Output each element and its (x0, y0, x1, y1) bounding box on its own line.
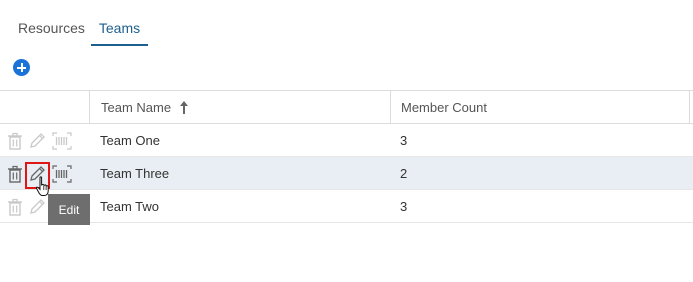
trash-icon[interactable] (6, 165, 24, 183)
table-row[interactable]: Team Three 2 (0, 157, 693, 190)
column-header-label: Team Name (101, 99, 172, 115)
column-header-member-count[interactable]: Member Count (390, 91, 690, 123)
member-count-cell: 3 (400, 132, 408, 148)
barcode-icon[interactable] (52, 165, 72, 183)
team-name-cell: Team One (100, 132, 160, 148)
row-actions (0, 157, 89, 189)
row-actions (0, 124, 89, 156)
member-count-cell: 2 (400, 165, 408, 181)
actions-column-header (0, 91, 89, 123)
table-header-row: Team Name Member Count (0, 90, 693, 124)
tab-teams-label: Teams (98, 20, 141, 36)
column-header-label: Member Count (401, 99, 487, 115)
pencil-icon[interactable] (28, 165, 46, 183)
sort-ascending-icon (180, 100, 189, 114)
team-name-cell: Team Three (100, 165, 170, 181)
teams-table: Team Name Member Count Team One 3 Team T… (0, 90, 693, 223)
tab-bar: Resources Teams (0, 0, 693, 46)
member-count-cell: 3 (400, 198, 408, 214)
trash-icon[interactable] (6, 198, 24, 216)
tab-resources[interactable]: Resources (18, 0, 85, 46)
tab-teams[interactable]: Teams (91, 0, 148, 46)
table-row[interactable]: Team One 3 (0, 124, 693, 157)
trash-icon[interactable] (6, 132, 24, 150)
pencil-icon[interactable] (28, 198, 46, 216)
pencil-icon[interactable] (28, 132, 46, 150)
add-team-button[interactable] (13, 59, 30, 76)
active-tab-indicator (91, 44, 148, 46)
edit-tooltip: Edit (48, 194, 90, 225)
column-header-team-name[interactable]: Team Name (89, 91, 390, 123)
tooltip-text: Edit (58, 202, 80, 217)
barcode-icon[interactable] (52, 132, 72, 150)
table-row[interactable]: Team Two 3 (0, 190, 693, 223)
team-name-cell: Team Two (100, 198, 160, 214)
